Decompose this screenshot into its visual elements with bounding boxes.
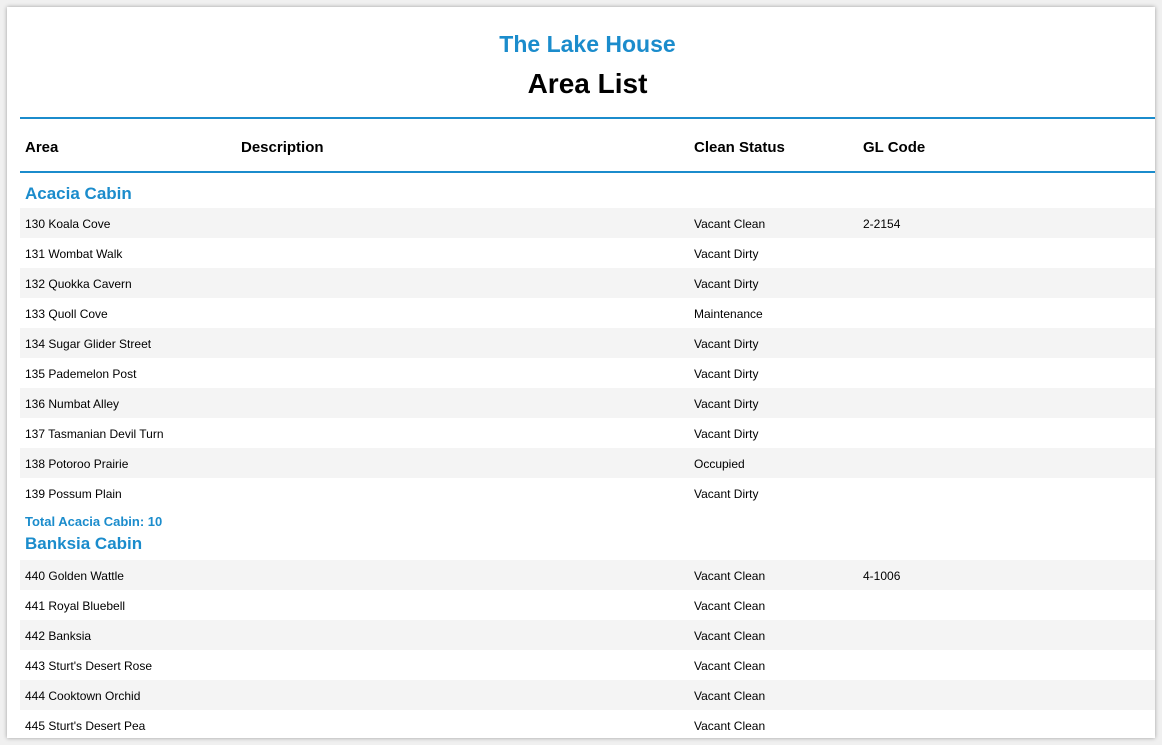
report-title: Area List bbox=[527, 68, 648, 99]
table-row: 440 Golden Wattle Vacant Clean 4-1006 bbox=[20, 560, 1155, 590]
cell-area: 443 Sturt's Desert Rose bbox=[25, 659, 153, 673]
cell-clean-status: Maintenance bbox=[694, 307, 763, 321]
cell-clean-status: Vacant Dirty bbox=[694, 337, 759, 351]
column-header-row: Area Description Clean Status GL Code bbox=[20, 117, 1155, 173]
company-name: The Lake House bbox=[499, 31, 676, 57]
cell-clean-status: Vacant Clean bbox=[694, 659, 766, 673]
cell-clean-status: Vacant Dirty bbox=[694, 487, 759, 501]
column-header-gl-code: GL Code bbox=[863, 139, 926, 156]
report-page: The Lake House Area List Area Descriptio… bbox=[7, 7, 1155, 738]
cell-gl-code: 4-1006 bbox=[863, 569, 901, 583]
cell-clean-status: Vacant Clean bbox=[694, 629, 766, 643]
cell-area: 445 Sturt's Desert Pea bbox=[25, 719, 146, 733]
table-row: 138 Potoroo Prairie Occupied bbox=[20, 448, 1155, 478]
cell-clean-status: Vacant Clean bbox=[694, 719, 766, 733]
table-row: 134 Sugar Glider Street Vacant Dirty bbox=[20, 328, 1155, 358]
cell-area: 441 Royal Bluebell bbox=[25, 599, 126, 613]
column-header-area: Area bbox=[25, 139, 59, 156]
cell-area: 137 Tasmanian Devil Turn bbox=[25, 427, 164, 441]
table-row: 137 Tasmanian Devil Turn Vacant Dirty bbox=[20, 418, 1155, 448]
cell-area: 139 Possum Plain bbox=[25, 487, 122, 501]
cell-area: 440 Golden Wattle bbox=[25, 569, 124, 583]
column-header-description: Description bbox=[241, 139, 324, 156]
cell-clean-status: Occupied bbox=[694, 457, 745, 471]
cell-area: 134 Sugar Glider Street bbox=[25, 337, 152, 351]
table-row: 443 Sturt's Desert Rose Vacant Clean bbox=[20, 650, 1155, 680]
group-total: Total Acacia Cabin: 10 bbox=[25, 514, 163, 529]
group-title: Acacia Cabin bbox=[25, 184, 132, 203]
cell-area: 131 Wombat Walk bbox=[25, 247, 123, 261]
table-row: 444 Cooktown Orchid Vacant Clean bbox=[20, 680, 1155, 710]
group-title: Banksia Cabin bbox=[25, 534, 143, 553]
cell-area: 136 Numbat Alley bbox=[25, 397, 120, 411]
cell-area: 444 Cooktown Orchid bbox=[25, 689, 141, 703]
table-row: 441 Royal Bluebell Vacant Clean bbox=[20, 590, 1155, 620]
table-row: 442 Banksia Vacant Clean bbox=[20, 620, 1155, 650]
cell-clean-status: Vacant Dirty bbox=[694, 367, 759, 381]
cell-clean-status: Vacant Dirty bbox=[694, 247, 759, 261]
cell-gl-code: 2-2154 bbox=[863, 217, 901, 231]
table-row: 132 Quokka Cavern Vacant Dirty bbox=[20, 268, 1155, 298]
cell-area: 442 Banksia bbox=[25, 629, 92, 643]
cell-clean-status: Vacant Clean bbox=[694, 569, 766, 583]
table-row: 135 Pademelon Post Vacant Dirty bbox=[20, 358, 1155, 388]
cell-area: 138 Potoroo Prairie bbox=[25, 457, 129, 471]
cell-clean-status: Vacant Clean bbox=[694, 217, 766, 231]
table-row: 133 Quoll Cove Maintenance bbox=[20, 298, 1155, 328]
table-row: 131 Wombat Walk Vacant Dirty bbox=[20, 238, 1155, 268]
cell-area: 133 Quoll Cove bbox=[25, 307, 108, 321]
cell-area: 132 Quokka Cavern bbox=[25, 277, 132, 291]
cell-clean-status: Vacant Dirty bbox=[694, 427, 759, 441]
cell-area: 135 Pademelon Post bbox=[25, 367, 137, 381]
cell-clean-status: Vacant Dirty bbox=[694, 277, 759, 291]
cell-clean-status: Vacant Clean bbox=[694, 599, 766, 613]
table-row: 130 Koala Cove Vacant Clean 2-2154 bbox=[20, 208, 1155, 238]
table-row: 445 Sturt's Desert Pea Vacant Clean bbox=[20, 710, 1155, 738]
report-body: Acacia Cabin 130 Koala Cove Vacant Clean 2-… bbox=[20, 173, 1155, 738]
table-row: 139 Possum Plain Vacant Dirty bbox=[20, 478, 1155, 508]
cell-area: 130 Koala Cove bbox=[25, 217, 111, 231]
cell-clean-status: Vacant Dirty bbox=[694, 397, 759, 411]
table-row: 136 Numbat Alley Vacant Dirty bbox=[20, 388, 1155, 418]
cell-clean-status: Vacant Clean bbox=[694, 689, 766, 703]
column-header-clean-status: Clean Status bbox=[694, 139, 785, 156]
